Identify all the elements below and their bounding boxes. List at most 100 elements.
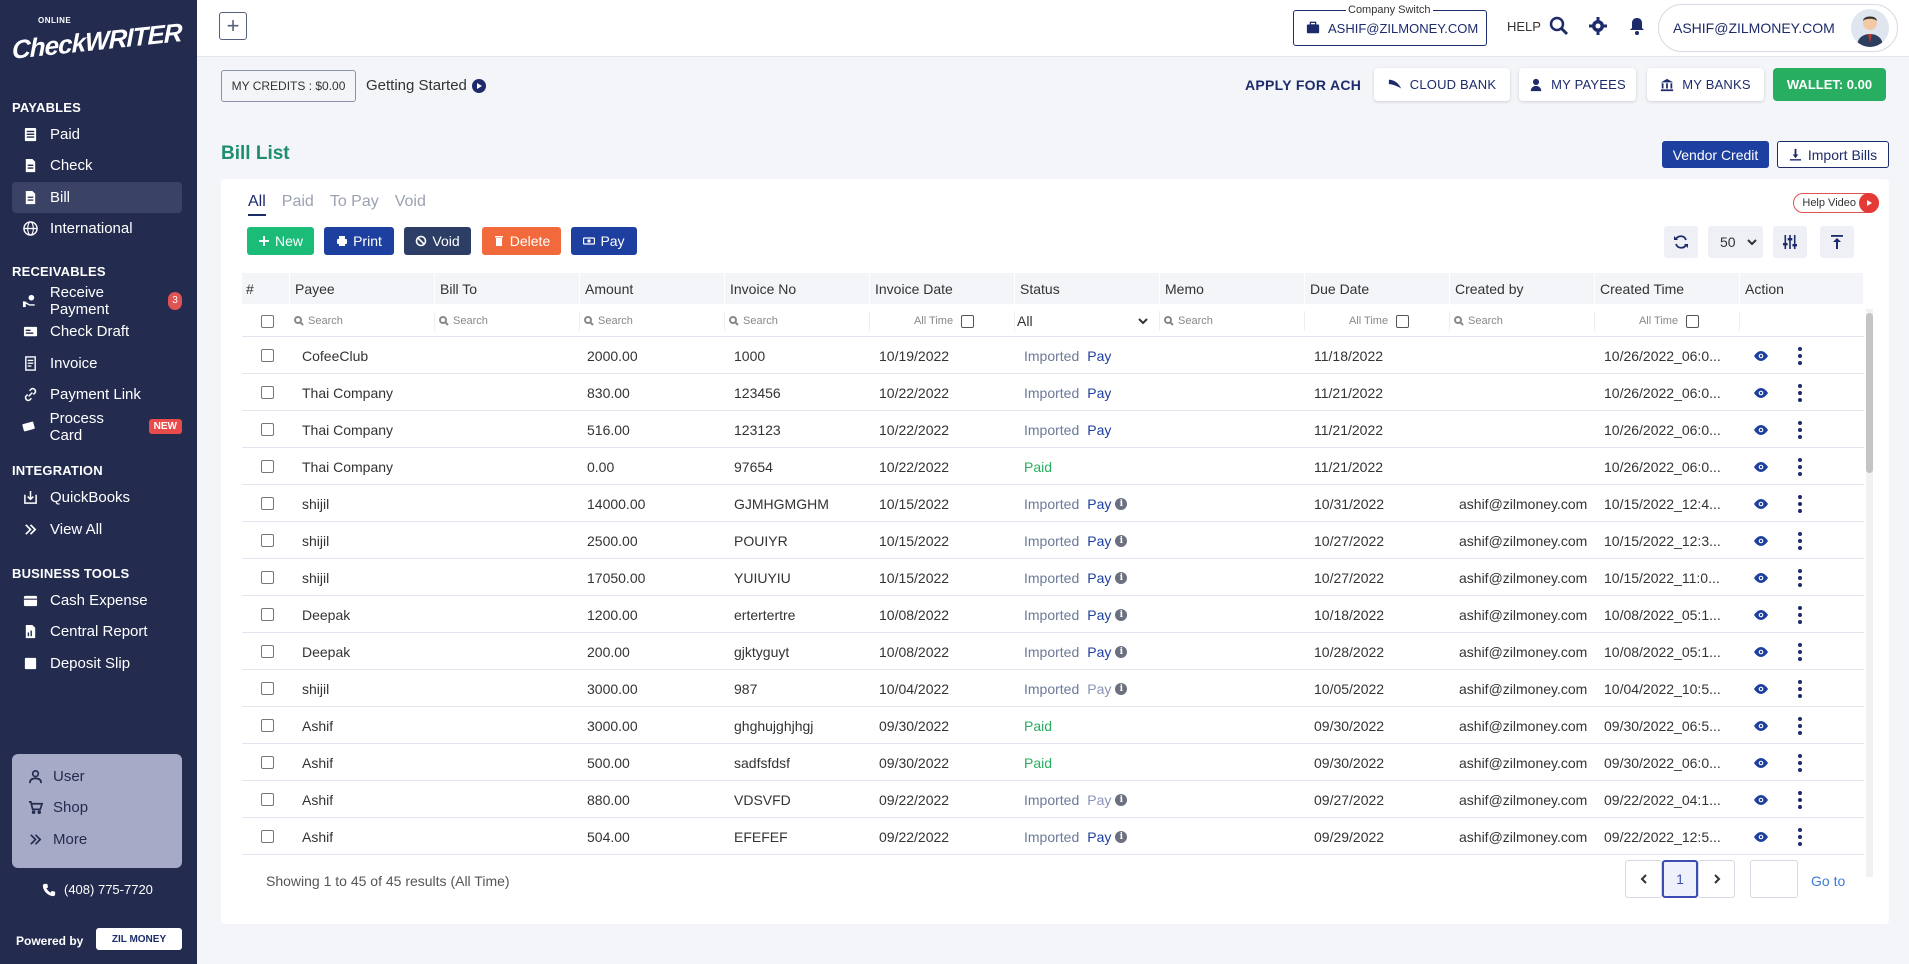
row-checkbox[interactable] xyxy=(261,781,274,818)
col-due-date[interactable]: Due Date xyxy=(1305,273,1450,304)
row-checkbox[interactable] xyxy=(261,818,274,855)
void-button[interactable]: Void xyxy=(404,227,471,255)
row-checkbox[interactable] xyxy=(261,707,274,744)
view-eye-icon[interactable] xyxy=(1753,633,1769,670)
row-pay-link[interactable]: Pay xyxy=(1087,422,1111,438)
bill-to-search-input[interactable]: Search xyxy=(439,311,580,331)
quick-add-button[interactable]: + xyxy=(219,12,247,40)
row-menu-kebab-icon[interactable] xyxy=(1798,485,1802,522)
view-eye-icon[interactable] xyxy=(1753,337,1769,374)
goto-button[interactable]: Go to xyxy=(1811,873,1845,889)
table-row[interactable]: Ashif 504.00 EFEFEF 09/22/2022 09/29/2022 ash… xyxy=(242,818,1864,855)
row-pay-link[interactable]: Pay xyxy=(1087,533,1111,549)
sidebar-item-receive-payment[interactable]: Receive Payment 3 xyxy=(12,284,182,318)
row-checkbox[interactable] xyxy=(261,337,274,374)
sidebar-item-process-card[interactable]: Process Card NEW xyxy=(12,410,182,444)
created-time-filter[interactable]: All Time xyxy=(1599,311,1740,331)
memo-search-input[interactable]: Search xyxy=(1164,311,1305,331)
print-button[interactable]: Print xyxy=(324,227,394,255)
table-row[interactable]: Thai Company 830.00 123456 10/22/2022 11/21/… xyxy=(242,374,1864,411)
table-row[interactable]: Ashif 880.00 VDSVFD 09/22/2022 09/27/2022 ash… xyxy=(242,781,1864,818)
page-size-select[interactable]: 50 xyxy=(1708,226,1763,258)
row-menu-kebab-icon[interactable] xyxy=(1798,448,1802,485)
zil-money-logo[interactable]: ZIL MONEY xyxy=(96,928,182,950)
row-checkbox[interactable] xyxy=(261,411,274,448)
view-eye-icon[interactable] xyxy=(1753,670,1769,707)
sidebar-item-payment-link[interactable]: Payment Link xyxy=(12,379,182,410)
row-pay-link[interactable]: Pay xyxy=(1087,496,1111,512)
row-pay-link[interactable]: Pay xyxy=(1087,385,1111,401)
view-eye-icon[interactable] xyxy=(1753,596,1769,633)
view-eye-icon[interactable] xyxy=(1753,374,1769,411)
info-icon[interactable]: i xyxy=(1115,830,1128,843)
info-icon[interactable]: i xyxy=(1115,497,1128,510)
user-menu[interactable]: ASHIF@ZILMONEY.COM xyxy=(1658,4,1898,52)
goto-page-input[interactable] xyxy=(1750,860,1798,898)
sidebar-item-bill[interactable]: Bill xyxy=(12,182,182,213)
row-pay-link[interactable]: Pay xyxy=(1087,829,1111,845)
row-menu-kebab-icon[interactable] xyxy=(1798,633,1802,670)
table-row[interactable]: Ashif 500.00 sadfsfdsf 09/30/2022 09/30/2022… xyxy=(242,744,1864,781)
prev-page-button[interactable] xyxy=(1625,860,1662,898)
sidebar-item-central-report[interactable]: Central Report xyxy=(12,616,182,647)
row-menu-kebab-icon[interactable] xyxy=(1798,337,1802,374)
row-pay-link[interactable]: Pay xyxy=(1087,681,1111,697)
col-invoice-no[interactable]: Invoice No xyxy=(725,273,870,304)
view-eye-icon[interactable] xyxy=(1753,818,1769,855)
sidebar-item-user[interactable]: User xyxy=(28,768,85,785)
new-button[interactable]: New xyxy=(247,227,314,255)
sidebar-item-check[interactable]: Check xyxy=(12,150,182,181)
export-button[interactable] xyxy=(1820,226,1854,258)
row-checkbox[interactable] xyxy=(261,448,274,485)
invoice-date-filter[interactable]: All Time xyxy=(874,311,1015,331)
col-amount[interactable]: Amount xyxy=(580,273,725,304)
my-banks-button[interactable]: MY BANKS xyxy=(1647,68,1764,101)
status-filter-select[interactable]: All xyxy=(1017,311,1160,331)
row-checkbox[interactable] xyxy=(261,670,274,707)
view-eye-icon[interactable] xyxy=(1753,522,1769,559)
table-row[interactable]: Ashif 3000.00 ghghujghjhgj 09/30/2022 09/30/… xyxy=(242,707,1864,744)
view-eye-icon[interactable] xyxy=(1753,485,1769,522)
payee-search-input[interactable]: Search xyxy=(294,311,435,331)
row-menu-kebab-icon[interactable] xyxy=(1798,670,1802,707)
table-row[interactable]: shijil 2500.00 POUIYR 10/15/2022 10/27/2022 a… xyxy=(242,522,1864,559)
apply-for-ach-link[interactable]: APPLY FOR ACH xyxy=(1245,77,1361,93)
support-phone[interactable]: (408) 775-7720 xyxy=(42,882,153,897)
row-checkbox[interactable] xyxy=(261,633,274,670)
search-icon[interactable] xyxy=(1549,16,1569,36)
page-number-current[interactable]: 1 xyxy=(1662,860,1698,898)
tab-paid[interactable]: Paid xyxy=(282,193,314,216)
view-eye-icon[interactable] xyxy=(1753,744,1769,781)
info-icon[interactable]: i xyxy=(1115,793,1128,806)
sidebar-item-quickbooks[interactable]: QuickBooks xyxy=(12,482,182,513)
scrollbar-thumb[interactable] xyxy=(1866,313,1873,473)
col-created-time[interactable]: Created Time xyxy=(1595,273,1740,304)
view-eye-icon[interactable] xyxy=(1753,559,1769,596)
row-pay-link[interactable]: Pay xyxy=(1087,607,1111,623)
sidebar-item-invoice[interactable]: Invoice xyxy=(12,348,182,379)
row-checkbox[interactable] xyxy=(261,559,274,596)
row-menu-kebab-icon[interactable] xyxy=(1798,374,1802,411)
sidebar-item-check-draft[interactable]: Check Draft xyxy=(12,316,182,347)
table-row[interactable]: Thai Company 0.00 97654 10/22/2022 11/21/202… xyxy=(242,448,1864,485)
row-checkbox[interactable] xyxy=(261,485,274,522)
table-row[interactable]: CofeeClub 2000.00 1000 10/19/2022 11/18/2022… xyxy=(242,337,1864,374)
my-credits-button[interactable]: MY CREDITS : $0.00 xyxy=(221,70,356,102)
wallet-button[interactable]: WALLET: 0.00 xyxy=(1773,68,1886,101)
table-row[interactable]: shijil 17050.00 YUIUYIU 10/15/2022 10/27/202… xyxy=(242,559,1864,596)
table-row[interactable]: shijil 3000.00 987 10/04/2022 10/05/2022 ashi… xyxy=(242,670,1864,707)
created-by-search-input[interactable]: Search xyxy=(1454,311,1595,331)
vendor-credit-button[interactable]: Vendor Credit xyxy=(1662,141,1769,168)
next-page-button[interactable] xyxy=(1698,860,1735,898)
view-eye-icon[interactable] xyxy=(1753,448,1769,485)
col-bill-to[interactable]: Bill To xyxy=(435,273,580,304)
sidebar-item-view-all[interactable]: View All xyxy=(12,514,182,545)
row-menu-kebab-icon[interactable] xyxy=(1798,522,1802,559)
info-icon[interactable]: i xyxy=(1115,645,1128,658)
help-link[interactable]: HELP xyxy=(1507,19,1541,34)
view-eye-icon[interactable] xyxy=(1753,411,1769,448)
pay-button[interactable]: Pay xyxy=(571,227,637,255)
tab-to-pay[interactable]: To Pay xyxy=(330,193,379,216)
info-icon[interactable]: i xyxy=(1115,534,1128,547)
sidebar-item-cash-expense[interactable]: Cash Expense xyxy=(12,585,182,616)
